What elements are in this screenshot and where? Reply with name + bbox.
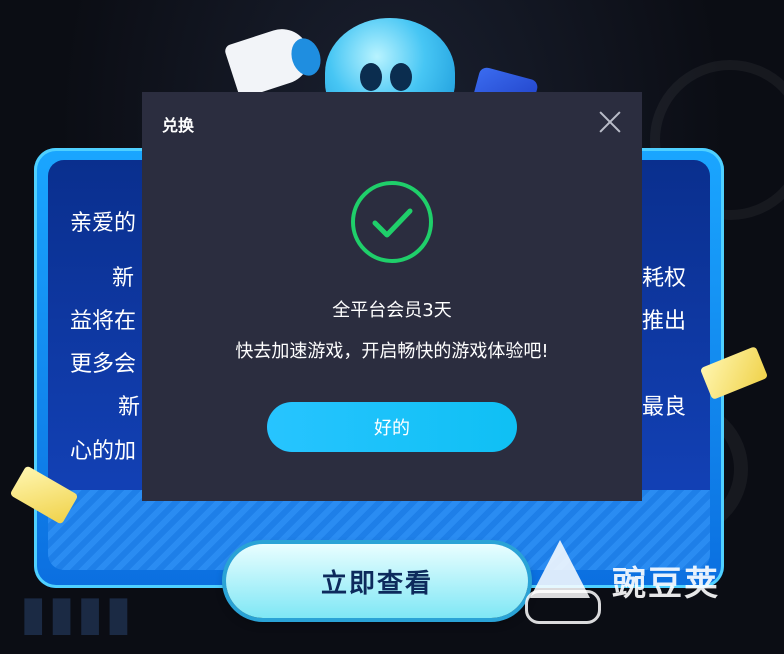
- view-now-button[interactable]: 立即查看: [226, 544, 528, 618]
- card-text-line: 新: [118, 395, 141, 420]
- card-text-line: 心的加: [70, 439, 137, 464]
- watermark-text: 豌豆荚: [612, 563, 720, 604]
- dialog-title: 兑换: [162, 116, 195, 135]
- card-text-line: 亲爱的: [70, 211, 137, 236]
- watermark: 豌豆荚: [520, 540, 780, 624]
- ok-button[interactable]: 好的: [267, 402, 517, 452]
- wandoujia-logo-icon: [520, 540, 601, 624]
- card-text-line: 新: [112, 266, 135, 291]
- check-circle-icon: [351, 181, 433, 263]
- reward-description: 快去加速游戏，开启畅快的游戏体验吧!: [235, 341, 549, 362]
- card-text-line: 益将在: [70, 309, 137, 334]
- reward-text: 全平台会员3天: [332, 300, 452, 321]
- card-text-line: 最良: [642, 395, 687, 420]
- card-text-line: 推出: [642, 309, 687, 334]
- card-text-line: 更多会: [70, 352, 137, 377]
- background-decoration-text: ▮▮▮▮: [20, 585, 134, 641]
- close-icon[interactable]: [598, 110, 622, 134]
- redeem-dialog: 兑换 全平台会员3天 快去加速游戏，开启畅快的游戏体验吧! 好的: [142, 92, 642, 501]
- card-text-line: 耗权: [642, 266, 687, 291]
